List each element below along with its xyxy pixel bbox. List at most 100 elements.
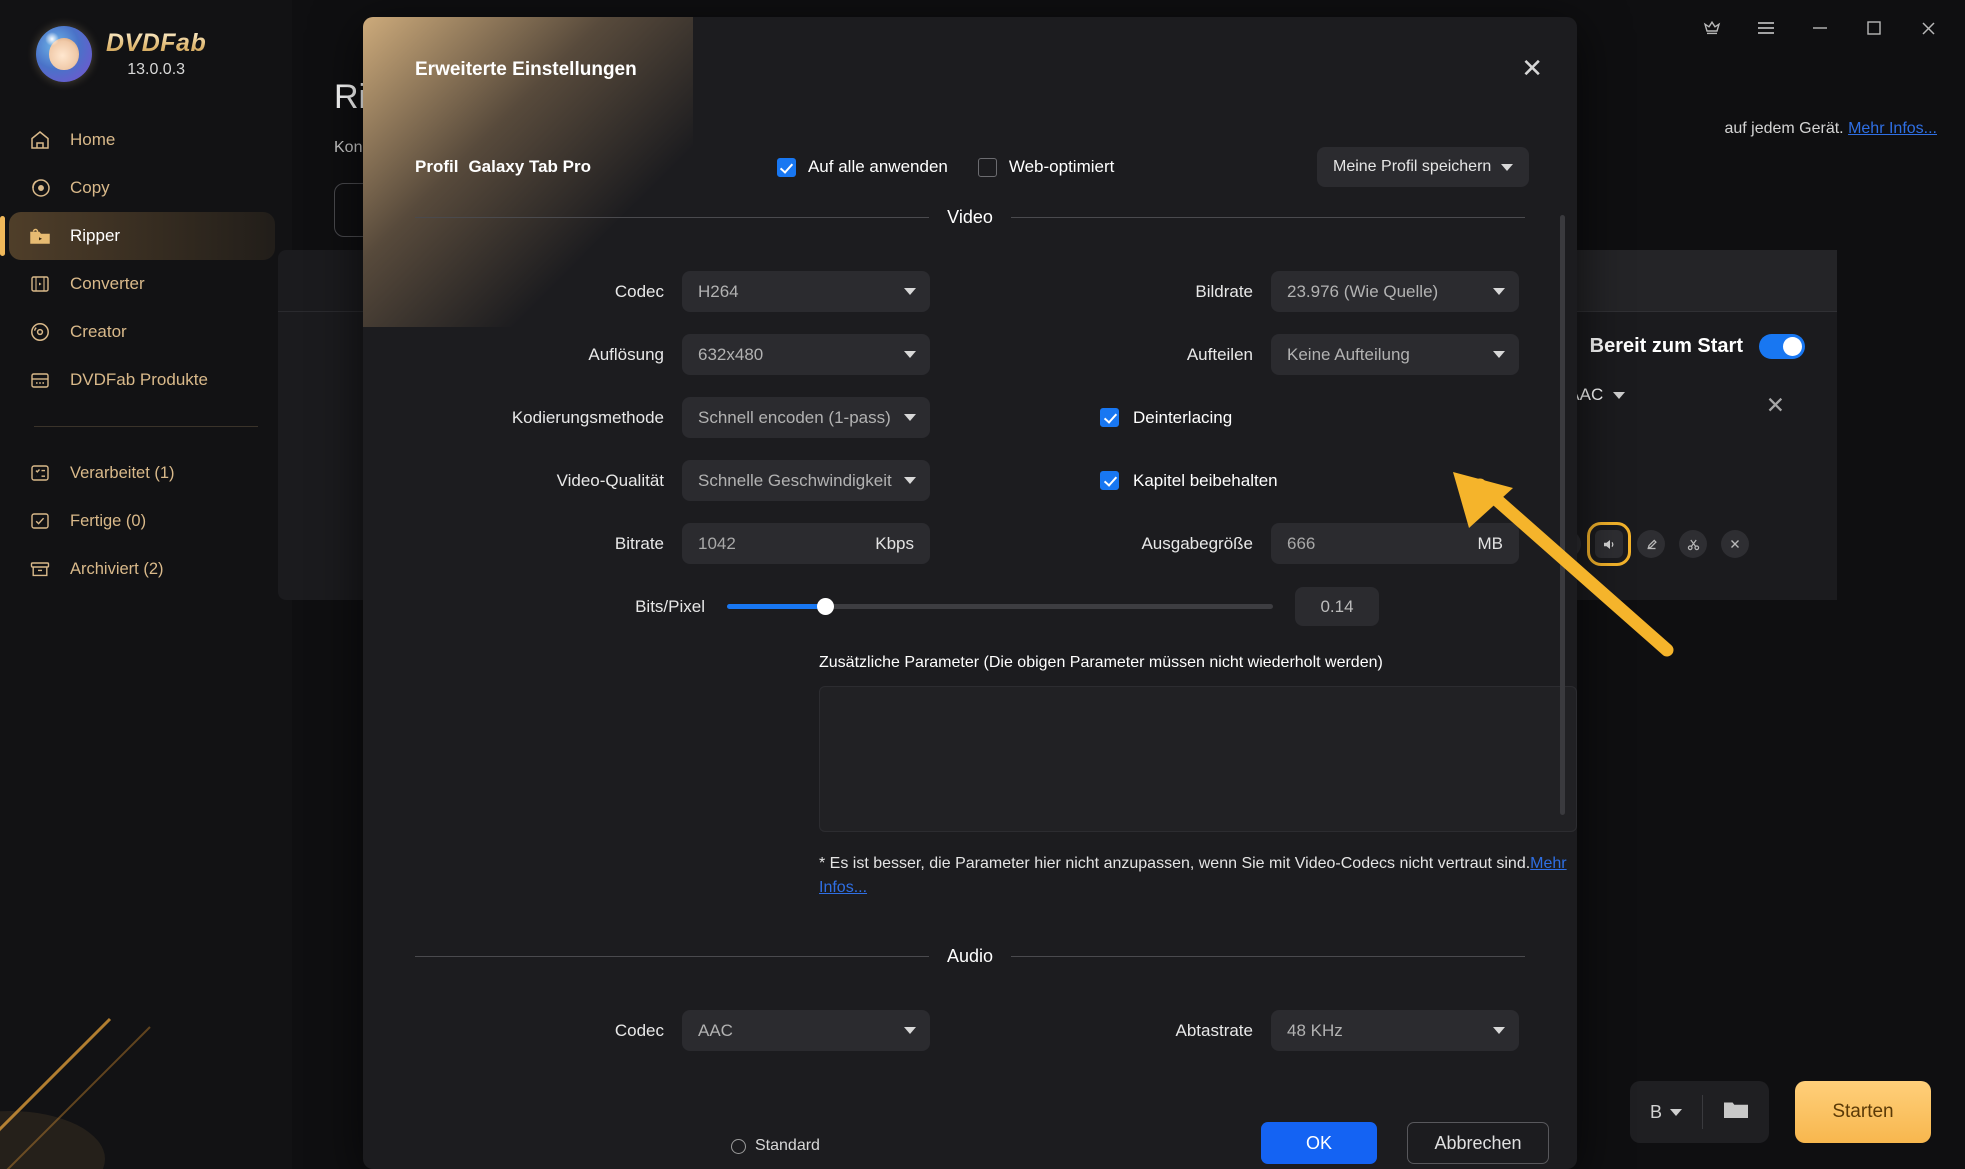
web-optimized-checkbox[interactable]: Web-optimiert: [978, 157, 1115, 177]
audio-section-title: Audio: [947, 946, 993, 967]
framerate-select[interactable]: 23.976 (Wie Quelle): [1271, 271, 1519, 312]
field-framerate: Bildrate 23.976 (Wie Quelle): [1002, 268, 1519, 315]
sidebar-item-label: Converter: [70, 274, 145, 294]
sidebar-item-converter[interactable]: Converter: [0, 260, 275, 308]
output-size-unit[interactable]: B: [1650, 1102, 1682, 1123]
field-label: Codec: [615, 282, 664, 302]
sidebar-item-fertige[interactable]: Fertige (0): [0, 497, 275, 545]
ok-button[interactable]: OK: [1261, 1122, 1377, 1164]
sidebar-item-label: Fertige (0): [70, 512, 146, 531]
sidebar-item-dvdfab-produkte[interactable]: DVDFab Produkte: [0, 356, 275, 404]
bits-per-pixel-label: Bits/Pixel: [415, 597, 705, 617]
menu-icon[interactable]: [1751, 13, 1781, 43]
output-settings-box[interactable]: B: [1630, 1081, 1769, 1143]
save-profile-button[interactable]: Meine Profil speichern: [1317, 147, 1529, 187]
minimize-icon[interactable]: [1805, 13, 1835, 43]
archive-icon: [28, 557, 52, 581]
task-action-icons: [1553, 530, 1749, 558]
standard-radio[interactable]: Standard: [731, 1137, 820, 1155]
profile-row: Profil Galaxy Tab Pro Auf alle anwenden …: [415, 147, 1529, 187]
sidebar-item-label: Verarbeitet (1): [70, 464, 175, 483]
sidebar-item-creator[interactable]: Creator: [0, 308, 275, 356]
checkbox-box: [978, 158, 997, 177]
sidebar-item-home[interactable]: Home: [0, 116, 275, 164]
codec-select[interactable]: H264: [682, 271, 930, 312]
output-size-input[interactable]: 666 MB: [1271, 523, 1519, 564]
field-resolution: Auflösung 632x480: [363, 331, 930, 378]
close-icon[interactable]: [1913, 13, 1943, 43]
field-bitrate: Bitrate 1042 Kbps: [363, 520, 930, 567]
trim-scissors-icon[interactable]: [1679, 530, 1707, 558]
field-encoding-method: Kodierungsmethode Schnell encoden (1-pas…: [363, 394, 930, 441]
select-value: AAC: [698, 1021, 733, 1041]
scrollbar-thumb[interactable]: [1560, 215, 1565, 815]
remove-close-icon[interactable]: [1721, 530, 1749, 558]
output-size-unit: MB: [1478, 534, 1504, 554]
dialog-scroll-body: Video Codec H264 Auflösung: [363, 207, 1577, 1097]
sidebar-item-archiviert[interactable]: Archiviert (2): [0, 545, 275, 593]
checkbox-box: [1100, 471, 1119, 490]
sidebar-item-verarbeitet[interactable]: Verarbeitet (1): [0, 449, 275, 497]
remove-task-icon[interactable]: ✕: [1766, 392, 1785, 419]
decorative-glow: [0, 949, 240, 1169]
subtitle-edit-icon[interactable]: [1637, 530, 1665, 558]
chevron-down-icon: [904, 477, 916, 484]
apply-to-all-checkbox[interactable]: Auf alle anwenden: [777, 157, 948, 177]
apply-to-all-label: Auf alle anwenden: [808, 157, 948, 177]
audio-right-column: Abtastrate 48 KHz: [970, 1007, 1577, 1070]
finished-check-icon: [28, 509, 52, 533]
bits-per-pixel-value[interactable]: 0.14: [1295, 587, 1379, 626]
field-label: Auflösung: [588, 345, 664, 365]
video-quality-select[interactable]: Schnelle Geschwindigkeit: [682, 460, 930, 501]
home-icon: [28, 128, 52, 152]
keep-chapters-checkbox[interactable]: Kapitel beibehalten: [1002, 457, 1519, 504]
bitrate-input[interactable]: 1042 Kbps: [682, 523, 930, 564]
field-label: Abtastrate: [1176, 1021, 1254, 1041]
sidebar-item-label: DVDFab Produkte: [70, 370, 208, 390]
bits-per-pixel-slider[interactable]: [727, 604, 1273, 609]
output-size-label: B: [1650, 1102, 1662, 1123]
chevron-down-icon: [1501, 164, 1513, 171]
deinterlacing-checkbox[interactable]: Deinterlacing: [1002, 394, 1519, 441]
ready-to-start-toggle[interactable]: [1759, 334, 1805, 359]
slider-knob[interactable]: [817, 598, 834, 615]
brand-name: DVDFab: [106, 29, 206, 58]
sidebar-item-copy[interactable]: Copy: [0, 164, 275, 212]
bits-per-pixel-row: Bits/Pixel 0.14: [415, 587, 1577, 626]
field-label: Bildrate: [1195, 282, 1253, 302]
divider-line: [415, 217, 929, 218]
audio-form-grid: Codec AAC Abtastrate 48 KHz: [363, 1007, 1577, 1070]
divider-line: [1011, 956, 1525, 957]
field-label: Video-Qualität: [557, 471, 664, 491]
split-select[interactable]: Keine Aufteilung: [1271, 334, 1519, 375]
banner-text: auf jedem Gerät. Mehr Infos...: [1724, 120, 1937, 138]
maximize-icon[interactable]: [1859, 13, 1889, 43]
sidebar-item-ripper[interactable]: Ripper: [9, 212, 275, 260]
audio-codec-select[interactable]: AAC: [682, 1010, 930, 1051]
encoding-method-select[interactable]: Schnell encoden (1-pass): [682, 397, 930, 438]
start-button[interactable]: Starten: [1795, 1081, 1931, 1143]
field-video-quality: Video-Qualität Schnelle Geschwindigkeit: [363, 457, 930, 504]
chevron-down-icon: [904, 1027, 916, 1034]
select-value: H264: [698, 282, 739, 302]
field-sample-rate: Abtastrate 48 KHz: [1002, 1007, 1519, 1054]
folder-icon[interactable]: [1723, 1099, 1749, 1125]
audio-track-icon[interactable]: [1595, 530, 1623, 558]
cancel-button[interactable]: Abbrechen: [1407, 1122, 1549, 1164]
processed-list-icon: [28, 461, 52, 485]
sidebar-item-label: Home: [70, 130, 115, 150]
close-icon[interactable]: ✕: [1521, 55, 1543, 81]
field-output-size: Ausgabegröße 666 MB: [1002, 520, 1519, 567]
sidebar: DVDFab 13.0.0.3 Home Copy: [0, 0, 292, 1169]
chevron-down-icon: [1493, 288, 1505, 295]
resolution-select[interactable]: 632x480: [682, 334, 930, 375]
banner-more-info-link[interactable]: Mehr Infos...: [1848, 120, 1937, 137]
app-version: 13.0.0.3: [127, 61, 185, 79]
chevron-down-icon: [1493, 1027, 1505, 1034]
sidebar-item-label: Ripper: [70, 226, 120, 246]
sample-rate-select[interactable]: 48 KHz: [1271, 1010, 1519, 1051]
extra-params-textarea[interactable]: [819, 686, 1577, 832]
crown-icon[interactable]: [1697, 13, 1727, 43]
checkbox-box: [1100, 408, 1119, 427]
chevron-down-icon: [1670, 1109, 1682, 1116]
